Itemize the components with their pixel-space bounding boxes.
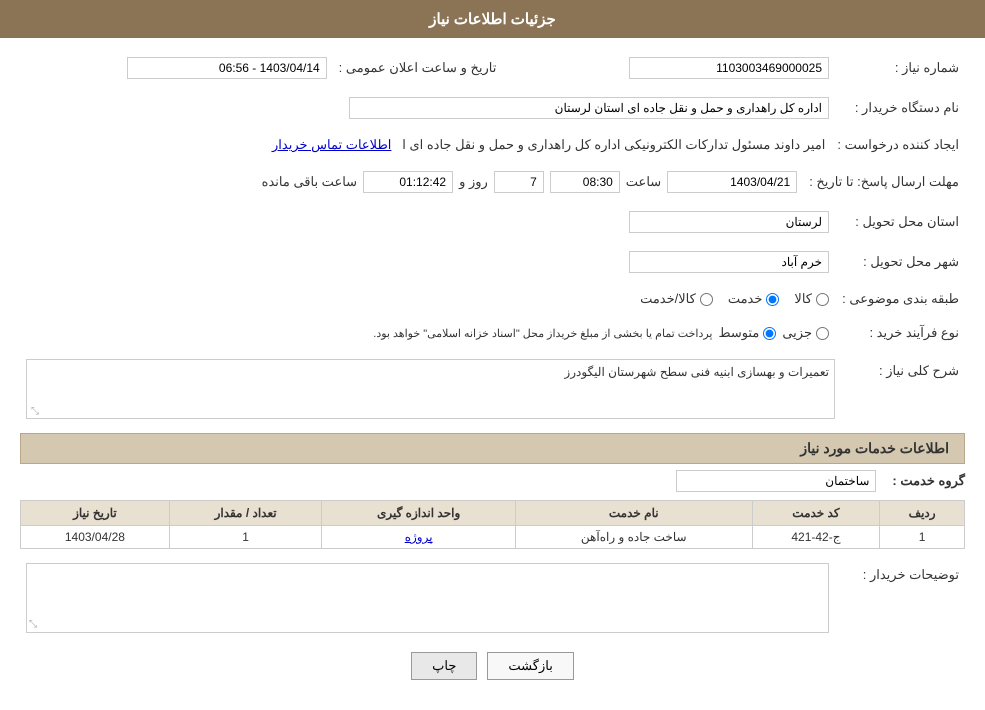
print-button[interactable]: چاپ xyxy=(411,652,477,680)
service-group-input[interactable] xyxy=(676,470,876,492)
buyer-desc-label: توضیحات خریدار : xyxy=(835,559,965,637)
cell-service-name: ساخت جاده و راه‌آهن xyxy=(515,526,752,549)
back-button[interactable]: بازگشت xyxy=(487,652,573,680)
buyer-org-input[interactable] xyxy=(349,97,829,119)
page-title: جزئیات اطلاعات نیاز xyxy=(429,11,556,28)
cell-service-code: ج-42-421 xyxy=(752,526,880,549)
announce-datetime-label: تاریخ و ساعت اعلان عمومی : xyxy=(333,53,503,83)
purchase-note: پرداخت تمام یا بخشی از مبلغ خریداز محل "… xyxy=(373,327,712,340)
cell-date: 1403/04/28 xyxy=(21,526,170,549)
col-row-num: ردیف xyxy=(880,501,965,526)
purchase-jozii[interactable]: جزیی xyxy=(782,325,829,341)
buyer-desc-resize[interactable]: ⤡ xyxy=(29,619,37,630)
col-service-name: نام خدمت xyxy=(515,501,752,526)
creator-label: ایجاد کننده درخواست : xyxy=(831,133,965,157)
description-label: شرح کلی نیاز : xyxy=(835,355,965,423)
description-text: تعمیرات و بهسازی ابنیه فنی سطح شهرستان ا… xyxy=(32,365,829,379)
creator-value: امیر داوند مسئول تدارکات الکترونیکی ادار… xyxy=(402,137,825,152)
description-wrapper: تعمیرات و بهسازی ابنیه فنی سطح شهرستان ا… xyxy=(26,359,835,419)
cell-unit[interactable]: پروژه xyxy=(322,526,516,549)
col-service-code: کد خدمت xyxy=(752,501,880,526)
deadline-label: مهلت ارسال پاسخ: تا تاریخ : xyxy=(803,167,965,197)
province-label: استان محل تحویل : xyxy=(835,207,965,237)
need-number-label: شماره نیاز : xyxy=(835,53,965,83)
services-section-header: اطلاعات خدمات مورد نیاز xyxy=(20,433,965,464)
service-group-label: گروه خدمت : xyxy=(892,473,965,489)
deadline-days-input[interactable] xyxy=(494,171,544,193)
city-input[interactable] xyxy=(629,251,829,273)
cell-row-num: 1 xyxy=(880,526,965,549)
category-label: طبقه بندی موضوعی : xyxy=(835,287,965,311)
announce-datetime-input[interactable] xyxy=(127,57,327,79)
purchase-type-label: نوع فرآیند خرید : xyxy=(835,321,965,345)
purchase-motavasset[interactable]: متوسط xyxy=(718,325,776,341)
deadline-time-input[interactable] xyxy=(550,171,620,193)
buttons-row: بازگشت چاپ xyxy=(20,652,965,680)
resize-handle[interactable]: ⤡ xyxy=(29,406,39,416)
city-label: شهر محل تحویل : xyxy=(835,247,965,277)
buyer-org-label: نام دستگاه خریدار : xyxy=(835,93,965,123)
days-label: روز و xyxy=(459,174,488,190)
deadline-date-input[interactable] xyxy=(667,171,797,193)
col-date: تاریخ نیاز xyxy=(21,501,170,526)
province-input[interactable] xyxy=(629,211,829,233)
deadline-remaining-input[interactable] xyxy=(363,171,453,193)
remaining-label: ساعت باقی مانده xyxy=(262,174,357,190)
buyer-description-area: ⤡ xyxy=(26,563,829,633)
services-table: ردیف کد خدمت نام خدمت واحد اندازه گیری ت… xyxy=(20,500,965,549)
table-row: 1 ج-42-421 ساخت جاده و راه‌آهن پروژه 1 1… xyxy=(21,526,965,549)
need-number-input[interactable] xyxy=(629,57,829,79)
col-unit: واحد اندازه گیری xyxy=(322,501,516,526)
category-kala-khadamat[interactable]: کالا/خدمت xyxy=(640,291,713,307)
col-quantity: تعداد / مقدار xyxy=(169,501,322,526)
time-label: ساعت xyxy=(626,174,661,190)
cell-quantity: 1 xyxy=(169,526,322,549)
page-header: جزئیات اطلاعات نیاز xyxy=(0,0,985,38)
category-kala[interactable]: کالا xyxy=(794,291,829,307)
contact-link[interactable]: اطلاعات تماس خریدار xyxy=(272,137,391,152)
category-khadamat[interactable]: خدمت xyxy=(728,291,780,307)
